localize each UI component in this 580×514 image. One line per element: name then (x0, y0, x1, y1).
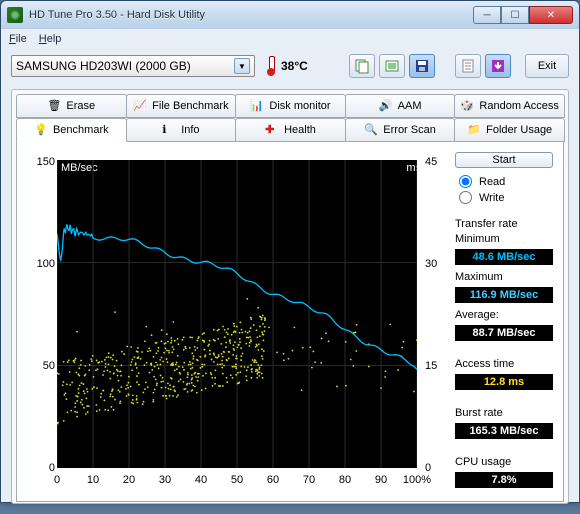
dice-icon: 🎲 (460, 99, 474, 113)
file-bench-icon: 📈 (133, 99, 147, 113)
window-title: HD Tune Pro 3.50 - Hard Disk Utility (29, 9, 205, 21)
tab-erase[interactable]: 🗑Erase (16, 94, 127, 118)
menu-file[interactable]: File (9, 33, 27, 45)
tab-health[interactable]: ✚Health (235, 118, 346, 142)
y-tick-right: 0 (425, 462, 447, 474)
maximize-button[interactable]: ☐ (501, 6, 529, 24)
main-panel: 🗑Erase 📈File Benchmark 📊Disk monitor 🔊AA… (11, 89, 569, 504)
results-panel: Start Read Write Transfer rate Minimum 4… (455, 152, 553, 491)
x-tick: 50 (231, 474, 243, 486)
chart-area: 150 100 50 0 45 30 15 0 MB/sec ms (27, 152, 447, 492)
options-button[interactable] (455, 54, 481, 78)
burst-rate-label: Burst rate (455, 407, 553, 419)
minimize-button[interactable]: ─ (473, 6, 501, 24)
copy-screenshot-button[interactable] (379, 54, 405, 78)
toolbar: SAMSUNG HD203WI (2000 GB) ▼ 38°C Exit (1, 49, 579, 83)
access-time-value: 12.8 ms (455, 374, 553, 390)
average-label: Average: (455, 309, 553, 321)
burst-rate-value: 165.3 MB/sec (455, 423, 553, 439)
tab-container: 🗑Erase 📈File Benchmark 📊Disk monitor 🔊AA… (16, 94, 564, 142)
y-tick-left: 50 (27, 360, 55, 372)
transfer-rate-label: Transfer rate (455, 218, 553, 230)
drive-select-text: SAMSUNG HD203WI (2000 GB) (16, 59, 191, 73)
menubar: File Help (1, 29, 579, 49)
x-tick: 0 (54, 474, 60, 486)
save-button[interactable] (409, 54, 435, 78)
app-icon (7, 7, 23, 23)
y-tick-right: 15 (425, 360, 447, 372)
tab-random-access[interactable]: 🎲Random Access (454, 94, 565, 118)
y-tick-left: 100 (27, 258, 55, 270)
mode-write-radio[interactable]: Write (455, 191, 553, 204)
speaker-icon: 🔊 (379, 99, 393, 113)
drive-select[interactable]: SAMSUNG HD203WI (2000 GB) ▼ (11, 55, 255, 77)
start-button[interactable]: Start (455, 152, 553, 168)
tab-info[interactable]: ℹInfo (126, 118, 237, 142)
cpu-usage-label: CPU usage (455, 456, 553, 468)
x-tick: 40 (195, 474, 207, 486)
tab-folder-usage[interactable]: 📁Folder Usage (454, 118, 565, 142)
chevron-down-icon: ▼ (234, 58, 250, 74)
temperature-value: 38°C (281, 59, 308, 73)
bulb-icon: 💡 (34, 123, 48, 137)
x-tick: 20 (123, 474, 135, 486)
titlebar[interactable]: HD Tune Pro 3.50 - Hard Disk Utility ─ ☐… (1, 1, 579, 29)
average-value: 88.7 MB/sec (455, 325, 553, 341)
cpu-usage-value: 7.8% (455, 472, 553, 488)
y-tick-right: 30 (425, 258, 447, 270)
close-button[interactable]: ✕ (529, 6, 573, 24)
access-time-label: Access time (455, 358, 553, 370)
x-tick: 60 (267, 474, 279, 486)
maximum-value: 116.9 MB/sec (455, 287, 553, 303)
mode-read-radio[interactable]: Read (455, 175, 553, 188)
chart-svg (57, 160, 417, 468)
maximum-label: Maximum (455, 271, 553, 283)
thermometer-icon (265, 56, 277, 76)
y-tick-left: 150 (27, 156, 55, 168)
minimum-label: Minimum (455, 233, 553, 245)
folder-icon: 📁 (467, 123, 481, 137)
x-tick: 90 (375, 474, 387, 486)
benchmark-tab-content: 150 100 50 0 45 30 15 0 MB/sec ms (16, 142, 564, 502)
x-tick: 70 (303, 474, 315, 486)
x-tick: 10 (87, 474, 99, 486)
exit-button[interactable]: Exit (525, 54, 569, 78)
app-window: HD Tune Pro 3.50 - Hard Disk Utility ─ ☐… (0, 0, 580, 503)
tab-disk-monitor[interactable]: 📊Disk monitor (235, 94, 346, 118)
copy-info-button[interactable] (349, 54, 375, 78)
tab-aam[interactable]: 🔊AAM (345, 94, 456, 118)
monitor-icon: 📊 (250, 99, 264, 113)
x-tick: 80 (339, 474, 351, 486)
save-screenshot-button[interactable] (485, 54, 511, 78)
y-tick-right: 45 (425, 156, 447, 168)
info-icon: ℹ (162, 123, 176, 137)
tab-benchmark[interactable]: 💡Benchmark (16, 118, 127, 142)
trash-icon: 🗑 (47, 99, 61, 113)
y-tick-left: 0 (27, 462, 55, 474)
scan-icon: 🔍 (364, 123, 378, 137)
x-tick: 100% (403, 474, 431, 486)
temperature-display: 38°C (265, 56, 308, 76)
menu-help[interactable]: Help (39, 33, 62, 45)
minimum-value: 48.6 MB/sec (455, 249, 553, 265)
x-tick: 30 (159, 474, 171, 486)
tab-error-scan[interactable]: 🔍Error Scan (345, 118, 456, 142)
health-icon: ✚ (265, 123, 279, 137)
tab-file-benchmark[interactable]: 📈File Benchmark (126, 94, 237, 118)
